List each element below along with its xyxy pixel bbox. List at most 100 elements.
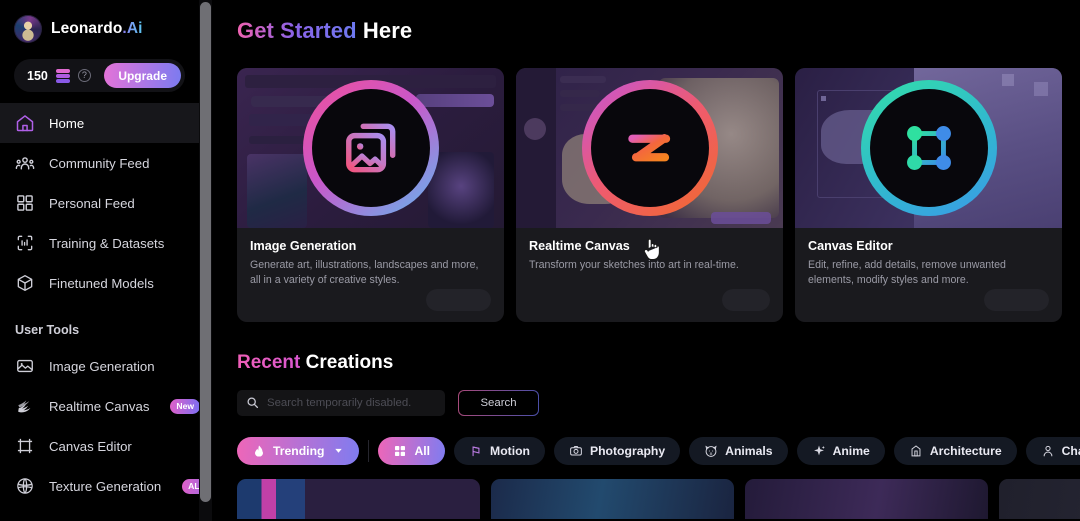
chip-label: All	[414, 443, 431, 458]
brand-name-main: Leonardo	[51, 20, 123, 37]
chip-label: Architecture	[929, 443, 1002, 458]
creation-thumbnail[interactable]	[237, 478, 480, 519]
card-footer: Popular	[795, 289, 1062, 322]
sidebar-item-canvas-editor[interactable]: Canvas Editor	[0, 426, 199, 466]
recent-title-accent: Recent	[237, 351, 301, 373]
search-icon	[247, 397, 259, 409]
sidebar-item-realtime-canvas[interactable]: Realtime Canvas New	[0, 386, 199, 426]
chip-all[interactable]: All	[378, 436, 446, 465]
grid-icon	[17, 195, 33, 211]
grid-icon	[395, 445, 406, 456]
sidebar-item-label: Finetuned Models	[49, 275, 154, 291]
creation-thumbnail[interactable]	[491, 478, 734, 519]
chip-label: Motion	[490, 443, 530, 458]
sidebar-item-training-datasets[interactable]: Training & Datasets	[0, 223, 199, 263]
search-input[interactable]	[267, 396, 436, 409]
card-preview	[516, 68, 783, 228]
scrollbar-thumb[interactable]	[200, 2, 211, 502]
status-badge-popular: Popular	[426, 289, 491, 311]
creation-thumbnail[interactable]	[999, 478, 1080, 519]
card-description: Transform your sketches into art in real…	[529, 259, 739, 271]
home-icon	[16, 115, 34, 132]
status-badge-popular: Popular	[984, 289, 1049, 311]
status-badge-beta: Beta	[722, 289, 770, 311]
card-footer: Popular	[237, 289, 504, 322]
question-icon[interactable]: ?	[77, 69, 91, 82]
chip-character[interactable]: Character	[1025, 436, 1080, 465]
chip-animals[interactable]: Animals	[689, 436, 788, 465]
sidebar: Leonardo.Ai 150 ? Upgrade Home Community…	[0, 0, 199, 521]
sidebar-item-label: Realtime Canvas	[49, 398, 150, 414]
frame-icon	[17, 438, 33, 454]
card-description: Generate art, illustrations, landscapes …	[250, 259, 479, 287]
upgrade-button[interactable]: Upgrade	[104, 63, 181, 88]
credits-count: 150	[27, 68, 48, 83]
motion-icon	[472, 446, 480, 456]
credits-bar: 150 ? Upgrade	[14, 59, 185, 92]
sidebar-item-finetuned-models[interactable]: Finetuned Models	[0, 263, 199, 303]
chip-label: Anime	[832, 443, 870, 458]
primary-nav: Home Community Feed Personal Feed Traini…	[0, 103, 199, 303]
search-row: Search	[212, 374, 1080, 416]
sidebar-item-label: Home	[49, 115, 85, 131]
image-stack-icon	[345, 123, 395, 173]
transform-box-icon	[906, 126, 951, 170]
card-realtime-canvas[interactable]: Realtime Canvas Transform your sketches …	[516, 68, 783, 322]
page-title-accent: Get Started	[237, 18, 357, 43]
card-canvas-editor[interactable]: Canvas Editor Edit, refine, add details,…	[795, 68, 1062, 322]
recent-creations-title: Recent Creations	[212, 322, 1080, 374]
chip-motion[interactable]: Motion	[454, 436, 545, 465]
card-image-generation[interactable]: Image Generation Generate art, illustrat…	[237, 68, 504, 322]
search-box[interactable]	[237, 389, 445, 416]
chevron-down-icon	[335, 449, 343, 454]
brand-name-suffix: .Ai	[122, 20, 143, 37]
sidebar-item-personal-feed[interactable]: Personal Feed	[0, 183, 199, 223]
tokens-icon	[55, 68, 70, 83]
chip-architecture[interactable]: Architecture	[893, 436, 1017, 465]
sparkle-icon	[813, 445, 825, 456]
status-badge-alpha: ALPHA	[182, 478, 199, 494]
status-badge-new: New	[170, 398, 199, 414]
sidebar-item-texture-generation[interactable]: Texture Generation ALPHA	[0, 466, 199, 506]
sidebar-item-image-generation[interactable]: Image Generation	[0, 346, 199, 386]
sidebar-item-label: Texture Generation	[49, 478, 162, 494]
cat-icon	[705, 445, 717, 457]
creation-thumbnail[interactable]	[745, 478, 988, 519]
flame-icon	[255, 445, 263, 457]
page-title-plain: Here	[362, 18, 413, 43]
chip-divider	[368, 439, 370, 462]
chip-photography[interactable]: Photography	[553, 436, 681, 465]
texture-icon	[17, 478, 33, 494]
sidebar-item-label: Canvas Editor	[49, 438, 132, 454]
card-preview	[795, 68, 1062, 228]
user-avatar-icon	[14, 15, 42, 43]
brand-name: Leonardo.Ai	[51, 20, 143, 38]
sidebar-item-label: Image Generation	[49, 358, 155, 374]
sidebar-item-label: Community Feed	[49, 155, 150, 171]
chip-label: Character	[1061, 443, 1080, 458]
filter-chips: Trending All Motion Photography Animals …	[212, 416, 1080, 465]
chip-label: Photography	[589, 443, 666, 458]
vertical-scrollbar[interactable]	[199, 0, 212, 521]
image-icon	[17, 359, 33, 373]
sidebar-item-home[interactable]: Home	[0, 103, 199, 143]
section-heading-user-tools: User Tools	[15, 323, 80, 337]
brand-logo[interactable]: Leonardo.Ai	[0, 0, 199, 43]
building-icon	[911, 445, 921, 457]
sidebar-item-label: Personal Feed	[49, 195, 135, 211]
camera-icon	[570, 445, 582, 456]
card-text: Realtime Canvas Transform your sketches …	[516, 228, 783, 289]
realtime-icon	[18, 400, 31, 413]
sidebar-item-community-feed[interactable]: Community Feed	[0, 143, 199, 183]
chip-trending-sort[interactable]: Trending	[237, 436, 360, 465]
chip-anime[interactable]: Anime	[796, 436, 885, 465]
squiggle-icon	[627, 134, 670, 162]
card-logo	[860, 80, 997, 216]
card-title: Canvas Editor	[808, 239, 893, 253]
user-tools-nav: Image Generation Realtime Canvas New Can…	[0, 346, 199, 506]
card-title: Realtime Canvas	[529, 239, 630, 253]
main-content: Get Started Here Image Generation Genera…	[212, 0, 1080, 521]
card-title: Image Generation	[250, 239, 357, 253]
search-button[interactable]: Search	[458, 390, 539, 416]
chip-label: Trending	[273, 443, 325, 458]
